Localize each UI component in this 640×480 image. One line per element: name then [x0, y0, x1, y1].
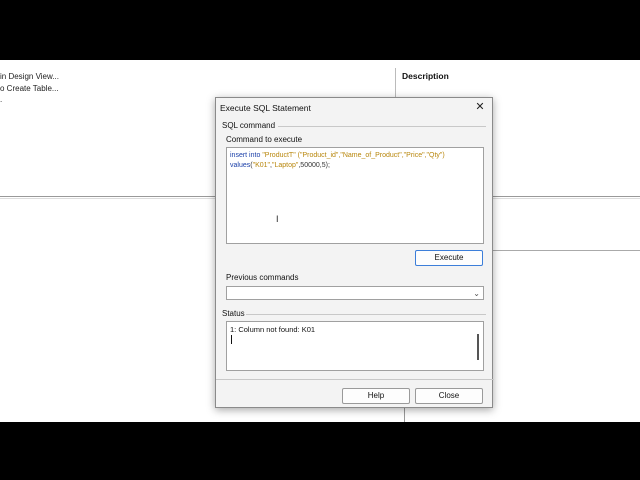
- execute-button[interactable]: Execute: [415, 250, 483, 266]
- sql-columns: ("Product_id","Name_of_Product","Price",…: [297, 152, 445, 159]
- text-cursor-icon: I: [276, 214, 279, 224]
- status-message: 1: Column not found: K01: [230, 325, 316, 334]
- sql-value: "K01": [252, 162, 271, 169]
- execute-sql-dialog: Execute SQL Statement ✕ SQL command Comm…: [215, 97, 494, 408]
- command-line-2: values("K01","Laptop",50000,5);: [230, 161, 480, 171]
- dialog-titlebar[interactable]: Execute SQL Statement ✕: [216, 98, 492, 118]
- sql-table-name: "ProductT": [262, 152, 296, 159]
- close-button[interactable]: Close: [415, 388, 483, 404]
- command-label: Command to execute: [226, 135, 303, 144]
- section-separator: [246, 314, 486, 315]
- dialog-title: Execute SQL Statement: [220, 103, 311, 113]
- sql-value: "Laptop": [271, 162, 299, 169]
- sql-keyword: insert into: [230, 152, 261, 159]
- previous-commands-label: Previous commands: [226, 273, 299, 282]
- close-icon[interactable]: ✕: [474, 101, 486, 113]
- text-caret: [231, 335, 232, 344]
- sql-command-section-label: SQL command: [222, 121, 276, 130]
- status-textarea[interactable]: 1: Column not found: K01: [226, 321, 484, 371]
- task-design-view[interactable]: in Design View...: [0, 72, 59, 81]
- status-scrollbar[interactable]: [477, 334, 479, 360]
- sql-rest: ,50000,5);: [298, 162, 330, 169]
- help-button[interactable]: Help: [342, 388, 410, 404]
- footer-separator: [216, 379, 494, 380]
- description-header: Description: [402, 71, 449, 81]
- command-line-1: insert into "ProductT" ("Product_id","Na…: [230, 151, 480, 161]
- status-section-label: Status: [222, 309, 245, 318]
- sql-keyword: values: [230, 162, 251, 169]
- previous-commands-select[interactable]: ⌄: [226, 286, 484, 300]
- chevron-down-icon[interactable]: ⌄: [473, 287, 480, 300]
- task-item: .: [0, 95, 3, 104]
- divider: [492, 250, 640, 251]
- task-create-table[interactable]: o Create Table...: [0, 84, 59, 93]
- command-textarea[interactable]: insert into "ProductT" ("Product_id","Na…: [226, 147, 484, 244]
- section-separator: [278, 126, 486, 127]
